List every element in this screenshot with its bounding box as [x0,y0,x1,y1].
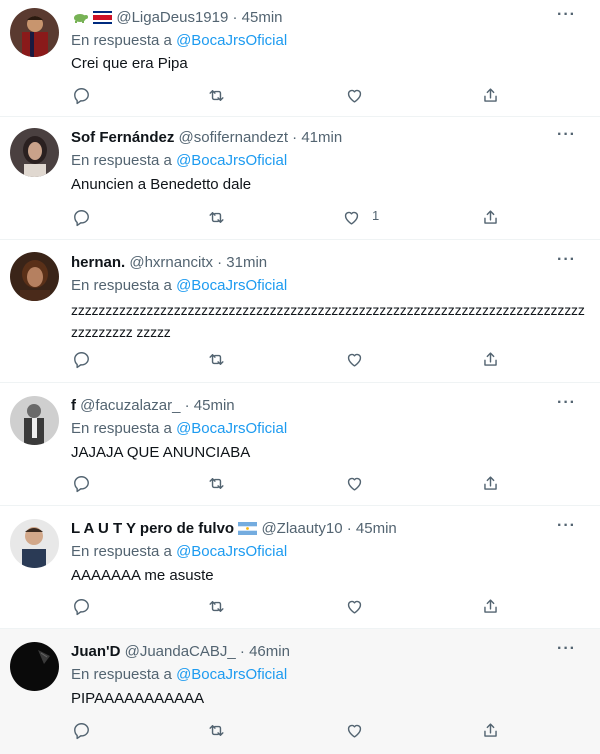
reply-context: En respuesta a @BocaJrsOficial [71,543,288,560]
tweet-header: Sof Fernández @sofifernandezt · 41min [71,129,343,146]
avatar[interactable] [10,252,59,301]
tweet-actions [70,595,500,619]
tweet-text: PIPAAAAAAAAAAA [71,690,205,707]
timestamp[interactable]: 46min [249,643,290,660]
share-icon[interactable] [479,595,501,617]
like-icon[interactable] [340,206,362,228]
tweet-header: Juan'D @JuandaCABJ_ · 46min [71,643,290,660]
timestamp[interactable]: 45min [194,397,235,414]
tweet-item[interactable]: hernan. @hxrnancitx · 31min ··· En respu… [0,240,600,383]
retweet-icon[interactable] [205,206,227,228]
reply-icon[interactable] [70,206,92,228]
tweet-item[interactable]: L A U T Y pero de fulvo @Zlaauty10 · 45m… [0,506,600,629]
mention-link[interactable]: @BocaJrsOficial [176,277,287,294]
user-handle[interactable]: @sofifernandezt [179,129,288,146]
tweet-header: hernan. @hxrnancitx · 31min [71,254,268,271]
mention-link[interactable]: @BocaJrsOficial [176,32,287,49]
retweet-icon[interactable] [205,84,227,106]
tweet-text: Anuncien a Benedetto dale [71,176,252,193]
more-options-icon[interactable]: ··· [557,640,576,658]
timestamp[interactable]: 31min [226,254,267,271]
tweet-text: AAAAAAA me asuste [71,567,214,584]
display-name[interactable]: f [71,397,76,414]
argentina-flag-icon [238,521,258,541]
share-icon[interactable] [479,719,501,741]
mention-link[interactable]: @BocaJrsOficial [176,666,287,683]
tweet-actions: 1 [70,206,500,230]
costa-rica-flag-icon [93,10,113,30]
reply-context: En respuesta a @BocaJrsOficial [71,666,288,683]
more-options-icon[interactable]: ··· [557,126,576,144]
like-count: 1 [372,208,380,223]
timestamp[interactable]: 45min [356,520,397,537]
more-options-icon[interactable]: ··· [557,517,576,535]
reply-icon[interactable] [70,472,92,494]
retweet-icon[interactable] [205,719,227,741]
turtle-icon [71,10,89,30]
tweet-header: @LigaDeus1919 · 45min [71,8,283,30]
tweet-item[interactable]: Juan'D @JuandaCABJ_ · 46min ··· En respu… [0,629,600,754]
reply-context: En respuesta a @BocaJrsOficial [71,32,288,49]
avatar[interactable] [10,519,59,568]
retweet-icon[interactable] [205,472,227,494]
like-icon[interactable] [343,595,365,617]
timestamp[interactable]: 41min [301,129,342,146]
display-name[interactable]: Sof Fernández [71,129,174,146]
reply-context: En respuesta a @BocaJrsOficial [71,152,288,169]
reply-context: En respuesta a @BocaJrsOficial [71,420,288,437]
avatar[interactable] [10,8,59,57]
tweet-actions [70,84,500,108]
reply-icon[interactable] [70,84,92,106]
user-handle[interactable]: @JuandaCABJ_ [125,643,236,660]
tweet-text: Crei que era Pipa [71,55,188,72]
tweet-text: JAJAJA QUE ANUNCIABA [71,444,251,461]
like-icon[interactable] [343,472,365,494]
tweet-item[interactable]: f @facuzalazar_ · 45min ··· En respuesta… [0,383,600,506]
tweet-actions [70,719,500,743]
like-icon[interactable] [343,348,365,370]
tweet-header: f @facuzalazar_ · 45min [71,397,235,414]
tweet-item[interactable]: @LigaDeus1919 · 45min ··· En respuesta a… [0,0,600,117]
display-name[interactable]: Juan'D [71,643,120,660]
reply-icon[interactable] [70,719,92,741]
retweet-icon[interactable] [205,348,227,370]
retweet-icon[interactable] [205,595,227,617]
user-handle[interactable]: @facuzalazar_ [80,397,180,414]
mention-link[interactable]: @BocaJrsOficial [176,543,287,560]
user-handle[interactable]: @hxrnancitx [129,254,213,271]
more-options-icon[interactable]: ··· [557,394,576,412]
display-name[interactable]: L A U T Y pero de fulvo [71,520,234,537]
user-handle[interactable]: @LigaDeus1919 [116,9,228,26]
tweet-item[interactable]: Sof Fernández @sofifernandezt · 41min ··… [0,117,600,240]
like-icon[interactable] [343,84,365,106]
more-options-icon[interactable]: ··· [557,6,576,24]
share-icon[interactable] [479,348,501,370]
user-handle[interactable]: @Zlaauty10 [261,520,342,537]
like-icon[interactable] [343,719,365,741]
share-icon[interactable] [479,84,501,106]
tweet-text: zzzzzzzzzzzzzzzzzzzzzzzzzzzzzzzzzzzzzzzz… [71,302,585,340]
tweet-actions [70,348,500,372]
reply-icon[interactable] [70,595,92,617]
share-icon[interactable] [479,206,501,228]
tweet-actions [70,472,500,496]
avatar[interactable] [10,396,59,445]
avatar[interactable] [10,642,59,691]
display-name[interactable]: hernan. [71,254,125,271]
timestamp[interactable]: 45min [242,9,283,26]
reply-context: En respuesta a @BocaJrsOficial [71,277,288,294]
mention-link[interactable]: @BocaJrsOficial [176,420,287,437]
avatar[interactable] [10,128,59,177]
more-options-icon[interactable]: ··· [557,251,576,269]
share-icon[interactable] [479,472,501,494]
tweet-header: L A U T Y pero de fulvo @Zlaauty10 · 45m… [71,519,397,541]
reply-icon[interactable] [70,348,92,370]
mention-link[interactable]: @BocaJrsOficial [176,152,287,169]
